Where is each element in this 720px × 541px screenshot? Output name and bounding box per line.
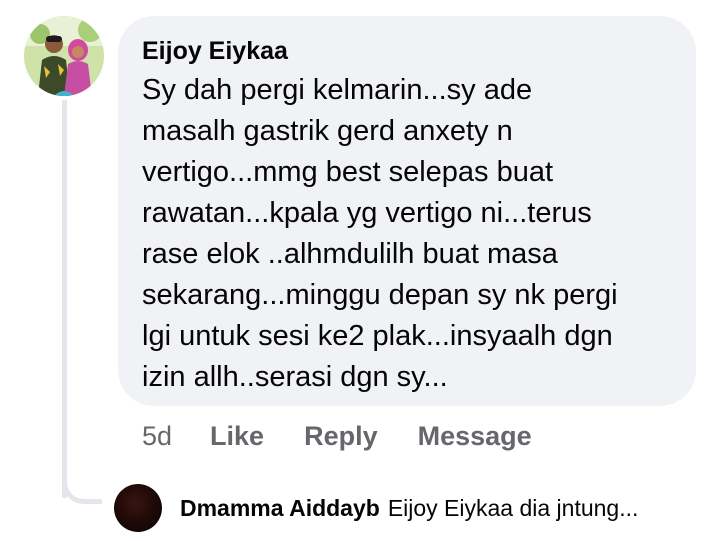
reply-button[interactable]: Reply [304, 421, 378, 452]
comment-actions: 5d Like Reply Message [142, 418, 572, 454]
comment-bubble: Eijoy Eiykaa Sy dah pergi kelmarin...sy … [118, 16, 696, 406]
reply-preview[interactable]: Dmamma Aiddayb Eijoy Eiykaa dia jntung..… [114, 484, 638, 532]
comment-text: Sy dah pergi kelmarin...sy ade masalh ga… [142, 70, 672, 398]
reply-avatar[interactable] [114, 484, 162, 532]
comment-text-line: izin allh..serasi dgn sy... [142, 361, 448, 393]
profile-photo-icon [24, 16, 104, 96]
reply-snippet[interactable]: Eijoy Eiykaa dia jntung... [388, 495, 639, 522]
comment-timestamp[interactable]: 5d [142, 421, 172, 452]
comment-text-line: rase elok ..alhmdulilh buat masa [142, 238, 558, 270]
like-button[interactable]: Like [210, 421, 264, 452]
thread-connector [62, 470, 102, 504]
comment-author-name[interactable]: Eijoy Eiykaa [142, 34, 672, 68]
reply-author-name[interactable]: Dmamma Aiddayb [180, 495, 380, 522]
commenter-avatar[interactable] [24, 16, 104, 96]
comment-text-line: rawatan...kpala yg vertigo ni...terus [142, 197, 592, 229]
comment-text-line: Sy dah pergi kelmarin...sy ade [142, 74, 533, 106]
thread-line [62, 100, 67, 498]
comment-text-line: lgi untuk sesi ke2 plak...insyaalh dgn [142, 320, 613, 352]
comment-text-line: sekarang...minggu depan sy nk pergi [142, 279, 618, 311]
comment-text-line: masalh gastrik gerd anxety n [142, 115, 513, 147]
comment-text-line: vertigo...mmg best selepas buat [142, 156, 554, 188]
message-button[interactable]: Message [418, 421, 532, 452]
